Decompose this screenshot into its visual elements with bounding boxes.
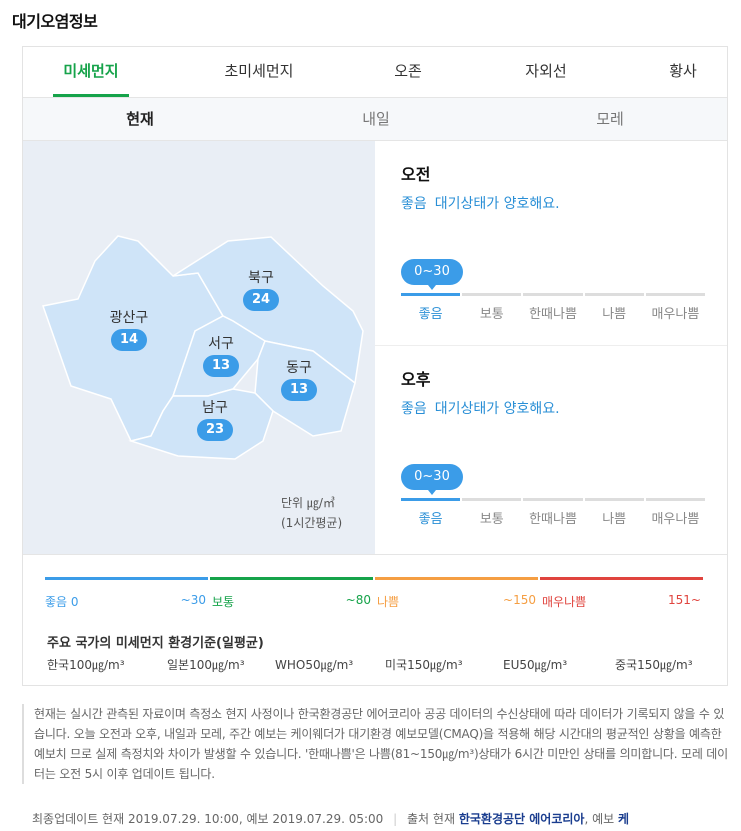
status-line-pm: 좋음 대기상태가 양호해요. bbox=[401, 398, 560, 418]
scale-bar bbox=[462, 293, 522, 296]
district-map: 북구 24 광산구 14 서구 13 동구 13 남구 23 단위 ㎍/㎥ (1시간평균) bbox=[23, 141, 375, 554]
message-am: 대기상태가 양호해요. bbox=[434, 196, 560, 212]
scale-segment: 한때나쁨 bbox=[523, 498, 583, 527]
district-value-gwangsan[interactable]: 14 bbox=[111, 329, 147, 351]
scale-bar bbox=[584, 293, 644, 296]
update-info: 최종업데이트 현재 2019.07.29. 10:00, 예보 2019.07.… bbox=[32, 810, 629, 827]
tab-uv[interactable]: 자외선 bbox=[515, 47, 577, 97]
update-text: 최종업데이트 현재 2019.07.29. 10:00, 예보 2019.07.… bbox=[32, 812, 384, 826]
standard-item: 한국100㎍/m³ bbox=[47, 658, 125, 672]
scale-label: 보통 bbox=[479, 512, 504, 527]
grade-am: 좋음 bbox=[401, 196, 427, 212]
forecast-pm: 오후 좋음 대기상태가 양호해요. 0~30 좋음 보통 한때나쁨 나쁨 매우나쁨 bbox=[375, 345, 727, 550]
legend-bar bbox=[540, 577, 703, 580]
scale-bar bbox=[584, 498, 644, 501]
scale-label: 좋음 bbox=[418, 512, 443, 527]
scale-label: 한때나쁨 bbox=[529, 512, 577, 527]
scale-label: 나쁨 bbox=[602, 512, 627, 527]
scale-segment: 한때나쁨 bbox=[523, 293, 583, 322]
standard-item: 일본100㎍/m³ bbox=[167, 658, 245, 672]
air-quality-card: 미세먼지 초미세먼지 오존 자외선 황사 현재 내일 모레 북구 24 광산구 14 서… bbox=[22, 46, 728, 686]
district-value-dong[interactable]: 13 bbox=[281, 379, 317, 401]
range-bubble-pm: 0~30 bbox=[401, 464, 463, 495]
scale-segment: 나쁨 bbox=[584, 293, 644, 322]
district-name-seo: 서구 bbox=[208, 336, 234, 352]
district-value-nam[interactable]: 23 bbox=[197, 419, 233, 441]
unit-note: (1시간평균) bbox=[281, 516, 343, 530]
page-title: 대기오염정보 bbox=[12, 12, 98, 31]
scale-label: 나쁨 bbox=[602, 307, 627, 322]
standard-item: WHO50㎍/m³ bbox=[275, 658, 354, 672]
scale-label: 매우나쁨 bbox=[651, 512, 700, 527]
district-value-buk[interactable]: 24 bbox=[243, 289, 279, 311]
unit-label: 단위 ㎍/㎥ bbox=[281, 496, 335, 510]
standard-item: 중국150㎍/m³ bbox=[615, 658, 693, 672]
legend-label: 나쁨 bbox=[377, 595, 400, 609]
status-line-am: 좋음 대기상태가 양호해요. bbox=[401, 193, 560, 213]
tab-ultrafine-dust[interactable]: 초미세먼지 bbox=[209, 47, 309, 97]
scale-segment: 좋음 bbox=[401, 498, 461, 527]
source-link-kweather[interactable]: 케 bbox=[618, 812, 629, 826]
scale-bar bbox=[401, 498, 461, 501]
standard-item: EU50㎍/m³ bbox=[503, 658, 568, 672]
tab-fine-dust[interactable]: 미세먼지 bbox=[53, 47, 129, 97]
range-bubble-am: 0~30 bbox=[401, 259, 463, 290]
tab-yellow-dust[interactable]: 황사 bbox=[659, 47, 707, 97]
unit-info: 단위 ㎍/㎥ (1시간평균) bbox=[281, 493, 342, 533]
subtab-tomorrow[interactable]: 내일 bbox=[351, 98, 401, 140]
standard-item: 미국150㎍/m³ bbox=[385, 658, 463, 672]
legend-end: ~30 bbox=[180, 593, 206, 607]
district-value-seo[interactable]: 13 bbox=[203, 355, 239, 377]
forecast-am: 오전 좋음 대기상태가 양호해요. 0~30 좋음 보통 한때나쁨 나쁨 매우나쁨 bbox=[375, 141, 727, 345]
legend-bar bbox=[210, 577, 373, 580]
scale-label: 한때나쁨 bbox=[529, 307, 577, 322]
scale-segment: 보통 bbox=[462, 498, 522, 527]
tab-ozone[interactable]: 오존 bbox=[383, 47, 433, 97]
standards-title: 주요 국가의 미세먼지 환경기준(일평균) bbox=[47, 636, 264, 651]
district-name-gwangsan: 광산구 bbox=[109, 310, 149, 326]
legend-end: ~80 bbox=[345, 593, 371, 607]
district-name-buk: 북구 bbox=[248, 270, 274, 286]
scale-segment: 좋음 bbox=[401, 293, 461, 322]
subtab-now[interactable]: 현재 bbox=[115, 98, 165, 140]
scale-label: 매우나쁨 bbox=[651, 307, 700, 322]
day-tabs: 현재 내일 모레 bbox=[23, 98, 727, 141]
legend-end: ~150 bbox=[503, 593, 536, 607]
scale-bar bbox=[523, 293, 583, 296]
scale-segment: 보통 bbox=[462, 293, 522, 322]
scale-bar bbox=[462, 498, 522, 501]
footnote-text: 현재는 실시간 관측된 자료이며 측정소 현지 사정이나 한국환경공단 에어코리… bbox=[34, 707, 728, 781]
scale-segment: 매우나쁨 bbox=[645, 293, 705, 322]
source-link-airkorea[interactable]: 한국환경공단 에어코리아 bbox=[459, 812, 585, 826]
legend-label: 보통 bbox=[212, 595, 235, 609]
subtab-day-after[interactable]: 모레 bbox=[585, 98, 635, 140]
scale-segment: 나쁨 bbox=[584, 498, 644, 527]
district-name-nam: 남구 bbox=[202, 400, 228, 416]
legend-label: 좋음 0 bbox=[45, 595, 79, 609]
scale-label: 좋음 bbox=[418, 307, 443, 322]
legend-end: 151~ bbox=[668, 593, 701, 607]
scale-label: 보통 bbox=[479, 307, 504, 322]
period-label-am: 오전 bbox=[401, 165, 431, 184]
legend-area: 좋음 0 ~30 보통 ~80 나쁨 ~150 매우나쁨 151~ 주요 국가의 미세먼지 환… bbox=[23, 554, 727, 686]
grade-pm: 좋음 bbox=[401, 401, 427, 417]
scale-bar bbox=[523, 498, 583, 501]
forecast-prefix: , 예보 bbox=[584, 812, 615, 826]
scale-bar bbox=[645, 293, 705, 296]
pollutant-tabs: 미세먼지 초미세먼지 오존 자외선 황사 bbox=[23, 47, 727, 98]
scale-bar bbox=[401, 293, 461, 296]
district-name-dong: 동구 bbox=[286, 360, 312, 376]
scale-bar bbox=[645, 498, 705, 501]
legend-bar bbox=[375, 577, 538, 580]
divider: | bbox=[393, 812, 398, 826]
footnote: 현재는 실시간 관측된 자료이며 측정소 현지 사정이나 한국환경공단 에어코리… bbox=[22, 704, 728, 784]
forecast-panel: 오전 좋음 대기상태가 양호해요. 0~30 좋음 보통 한때나쁨 나쁨 매우나쁨 오후 … bbox=[375, 141, 727, 554]
legend-bar bbox=[45, 577, 208, 580]
legend-label: 매우나쁨 bbox=[542, 595, 587, 609]
scale-segment: 매우나쁨 bbox=[645, 498, 705, 527]
source-prefix: 출처 현재 bbox=[407, 812, 455, 826]
period-label-pm: 오후 bbox=[401, 370, 431, 389]
message-pm: 대기상태가 양호해요. bbox=[434, 401, 560, 417]
